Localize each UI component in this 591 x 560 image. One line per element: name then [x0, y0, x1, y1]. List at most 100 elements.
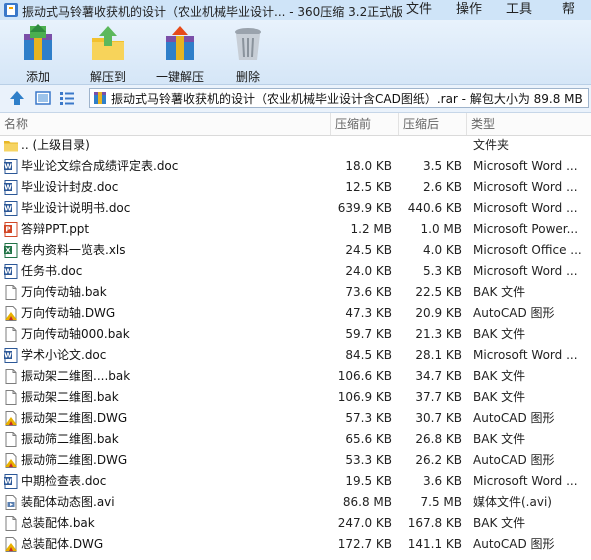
file-row[interactable]: 振动架二维图.DWG 57.3 KB 30.7 KB AutoCAD 图形: [0, 408, 591, 429]
file-row[interactable]: W 毕业论文综合成绩评定表.doc 18.0 KB 3.5 KB Microsoft W…: [0, 156, 591, 177]
file-packed-size: 5.3 KB: [423, 264, 462, 278]
file-row[interactable]: 振动架二维图....bak 106.6 KB 34.7 KB BAK 文件: [0, 366, 591, 387]
extract-to-button[interactable]: 解压到: [78, 22, 138, 84]
file-type: AutoCAD 图形: [473, 306, 555, 320]
svg-text:W: W: [4, 268, 12, 276]
360zip-app-icon: [4, 3, 18, 17]
file-row[interactable]: 总装配体.DWG 172.7 KB 141.1 KB AutoCAD 图形: [0, 534, 591, 555]
file-row[interactable]: 振动筛二维图.DWG 53.3 KB 26.2 KB AutoCAD 图形: [0, 450, 591, 471]
file-packed-size: 440.6 KB: [407, 201, 462, 215]
file-packed-size: 3.5 KB: [423, 159, 462, 173]
file-type: 文件夹: [473, 138, 510, 152]
file-packed-size: 21.3 KB: [415, 327, 462, 341]
one-click-extract-icon: [166, 26, 194, 60]
file-type: BAK 文件: [473, 432, 526, 446]
add-button[interactable]: 添加: [8, 22, 68, 84]
dwg-file-icon: [4, 306, 18, 321]
file-packed-size: 30.7 KB: [415, 411, 462, 425]
file-type: Microsoft Word ...: [473, 474, 578, 488]
file-size: 18.0 KB: [345, 159, 392, 173]
file-row[interactable]: W 中期检查表.doc 19.5 KB 3.6 KB Microsoft Word ..…: [0, 471, 591, 492]
file-row[interactable]: X 卷内资料一览表.xls 24.5 KB 4.0 KB Microsoft Offic…: [0, 240, 591, 261]
file-type: Microsoft Word ...: [473, 180, 578, 194]
one-click-extract-button[interactable]: 一键解压: [148, 22, 212, 84]
file-row[interactable]: W 任务书.doc 24.0 KB 5.3 KB Microsoft Word ...: [0, 261, 591, 282]
menu-file[interactable]: 文件: [406, 0, 432, 20]
file-size: 73.6 KB: [345, 285, 392, 299]
file-type: BAK 文件: [473, 369, 526, 383]
file-packed-size: 37.7 KB: [415, 390, 462, 404]
file-row[interactable]: P 答辩PPT.ppt 1.2 MB 1.0 MB Microsoft Power...: [0, 219, 591, 240]
file-type: BAK 文件: [473, 327, 526, 341]
bak-file-icon: [4, 285, 18, 300]
file-row[interactable]: W 学术小论文.doc 84.5 KB 28.1 KB Microsoft Word .…: [0, 345, 591, 366]
file-type: Microsoft Word ...: [473, 159, 578, 173]
add-button-label: 添加: [25, 70, 50, 84]
file-row[interactable]: W 毕业设计封皮.doc 12.5 KB 2.6 KB Microsoft Word .…: [0, 177, 591, 198]
file-packed-size: 4.0 KB: [423, 243, 462, 257]
file-size: 65.6 KB: [345, 432, 392, 446]
delete-button[interactable]: 删除: [218, 22, 278, 84]
file-packed-size: 3.6 KB: [423, 474, 462, 488]
file-name: 总装配体.DWG: [21, 537, 104, 551]
bak-file-icon: [4, 516, 18, 531]
file-list: .. (上级目录) 文件夹 W 毕业论文综合成绩评定表.doc 18.0 KB 3.5 K…: [0, 135, 591, 555]
svg-text:W: W: [4, 163, 12, 171]
list-view-icon[interactable]: [58, 89, 76, 107]
menu-tools[interactable]: 工具: [506, 0, 532, 20]
word-file-icon: W: [4, 264, 18, 279]
menu-operation[interactable]: 操作: [456, 0, 482, 20]
file-row[interactable]: 振动架二维图.bak 106.9 KB 37.7 KB BAK 文件: [0, 387, 591, 408]
bak-file-icon: [4, 390, 18, 405]
file-size: 53.3 KB: [345, 453, 392, 467]
file-row[interactable]: 万向传动轴.bak 73.6 KB 22.5 KB BAK 文件: [0, 282, 591, 303]
archive-icon: [94, 92, 106, 104]
file-type: BAK 文件: [473, 390, 526, 404]
file-size: 12.5 KB: [345, 180, 392, 194]
file-name: 中期检查表.doc: [21, 474, 107, 488]
extract-to-button-label: 解压到: [89, 70, 126, 84]
svg-text:X: X: [5, 247, 11, 255]
svg-text:W: W: [4, 184, 12, 192]
extract-folder-icon: [92, 26, 124, 60]
file-row[interactable]: W 毕业设计说明书.doc 639.9 KB 440.6 KB Microsoft Wo…: [0, 198, 591, 219]
word-file-icon: W: [4, 474, 18, 489]
trash-icon: [235, 28, 261, 60]
file-size: 47.3 KB: [345, 306, 392, 320]
file-packed-size: 1.0 MB: [420, 222, 462, 236]
word-file-icon: W: [4, 348, 18, 363]
file-size: 59.7 KB: [345, 327, 392, 341]
file-row[interactable]: 装配体动态图.avi 86.8 MB 7.5 MB 媒体文件(.avi): [0, 492, 591, 513]
file-row[interactable]: 万向传动轴000.bak 59.7 KB 21.3 KB BAK 文件: [0, 324, 591, 345]
file-type: Microsoft Word ...: [473, 201, 578, 215]
file-row[interactable]: .. (上级目录) 文件夹: [0, 135, 591, 156]
add-archive-icon: [24, 24, 52, 60]
archive-path: 振动式马铃薯收获机的设计（农业机械毕业设计含CAD图纸）.rar - 解包大小为…: [111, 92, 583, 106]
column-header-size[interactable]: 压缩前: [330, 113, 398, 135]
file-type: BAK 文件: [473, 516, 526, 530]
column-header-name[interactable]: 名称: [0, 113, 330, 135]
file-row[interactable]: 振动筛二维图.bak 65.6 KB 26.8 KB BAK 文件: [0, 429, 591, 450]
word-file-icon: W: [4, 201, 18, 216]
file-type: AutoCAD 图形: [473, 453, 555, 467]
file-row[interactable]: 总装配体.bak 247.0 KB 167.8 KB BAK 文件: [0, 513, 591, 534]
title-bar: 振动式马铃薯收获机的设计（农业机械毕业设计... - 360压缩 3.2正式版 …: [0, 0, 591, 20]
file-size: 19.5 KB: [345, 474, 392, 488]
column-header-type[interactable]: 类型: [466, 113, 591, 135]
address-bar: 振动式马铃薯收获机的设计（农业机械毕业设计含CAD图纸）.rar - 解包大小为…: [0, 85, 591, 113]
bak-file-icon: [4, 432, 18, 447]
word-file-icon: W: [4, 180, 18, 195]
dwg-file-icon: [4, 537, 18, 552]
file-name: 万向传动轴000.bak: [21, 327, 130, 341]
up-arrow-icon[interactable]: [8, 89, 26, 107]
thumbnail-view-icon[interactable]: [34, 89, 52, 107]
file-name: .. (上级目录): [21, 138, 90, 152]
toolbar: 添加 解压到 一键解压 删除: [0, 20, 591, 85]
file-row[interactable]: 万向传动轴.DWG 47.3 KB 20.9 KB AutoCAD 图形: [0, 303, 591, 324]
file-name: 总装配体.bak: [21, 516, 95, 530]
menu-help[interactable]: 帮: [562, 0, 575, 20]
column-header-packed[interactable]: 压缩后: [398, 113, 466, 135]
file-type: Microsoft Office ...: [473, 243, 582, 257]
path-field[interactable]: 振动式马铃薯收获机的设计（农业机械毕业设计含CAD图纸）.rar - 解包大小为…: [89, 88, 589, 108]
file-packed-size: 141.1 KB: [407, 537, 462, 551]
